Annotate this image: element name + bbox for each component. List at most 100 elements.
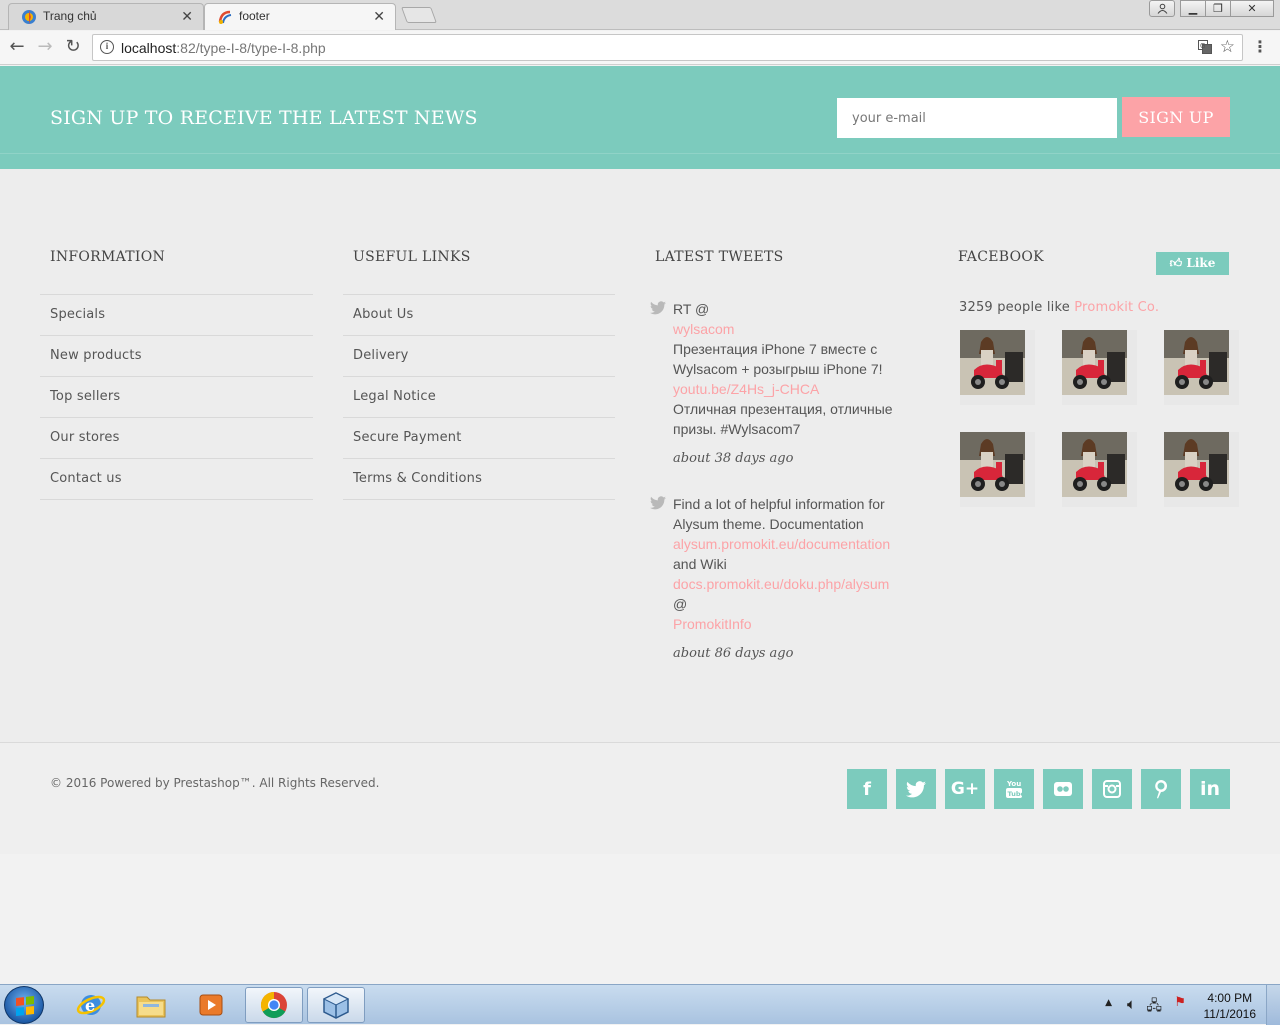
newsletter-email-input[interactable] [837, 98, 1117, 138]
minimize-button[interactable]: ▁ [1180, 0, 1206, 17]
svg-text:G: G [1200, 42, 1205, 50]
tweet-text: @ [673, 596, 688, 612]
browser-menu-icon[interactable]: ⋮ [1252, 37, 1268, 56]
facebook-brand-link[interactable]: Promokit Co. [1074, 300, 1159, 315]
latest-tweets-title: LATEST TWEETS [655, 249, 784, 265]
tab-label: Trang chủ [43, 9, 97, 23]
facebook-fan-photo[interactable] [960, 330, 1035, 405]
twitter-bird-icon [650, 301, 666, 315]
virtualbox-taskbar-icon[interactable] [307, 987, 365, 1023]
site-info-icon[interactable]: i [100, 40, 114, 54]
like-label: Like [1186, 256, 1216, 270]
page-content: SIGN UP TO RECEIVE THE LATEST NEWS SIGN … [0, 66, 1280, 984]
tweet-text: Презентация iPhone 7 вместе с Wylsacom +… [673, 341, 883, 377]
facebook-fan-photo[interactable] [1062, 432, 1137, 507]
linkedin-icon[interactable]: in [1190, 769, 1230, 809]
profile-icon[interactable] [1149, 0, 1175, 17]
tweet-body: Find a lot of helpful information for Al… [673, 494, 903, 664]
facebook-fan-photo[interactable] [960, 432, 1035, 507]
bookmark-star-icon[interactable]: ☆ [1220, 37, 1235, 57]
site-favicon-icon [22, 10, 36, 24]
volume-icon[interactable]: 🔈︎ [1127, 995, 1136, 1013]
footer-link-new-products[interactable]: New products [40, 336, 313, 377]
facebook-icon[interactable]: f [847, 769, 887, 809]
footer-link-about-us[interactable]: About Us [343, 295, 615, 336]
tweet-link[interactable]: youtu.be/Z4Hs_j-CHCA [673, 379, 903, 399]
action-center-icon[interactable]: ⚑ [1174, 995, 1186, 1010]
footer-link-specials[interactable]: Specials [40, 295, 313, 336]
tweet-link[interactable]: docs.promokit.eu/doku.php/alysum [673, 574, 903, 594]
show-hidden-icons-icon[interactable]: ▲ [1105, 998, 1112, 1008]
clock-time: 4:00 PM [1207, 991, 1253, 1005]
footer-link-our-stores[interactable]: Our stores [40, 418, 313, 459]
close-tab-icon[interactable]: ✕ [373, 8, 385, 25]
newsletter-title: SIGN UP TO RECEIVE THE LATEST NEWS [50, 107, 478, 129]
footer-link-legal-notice[interactable]: Legal Notice [343, 377, 615, 418]
facebook-fan-photo[interactable] [1164, 432, 1239, 507]
tab-footer[interactable]: footer ✕ [204, 3, 396, 30]
information-links: Specials New products Top sellers Our st… [40, 294, 313, 500]
useful-links-list: About Us Delivery Legal Notice Secure Pa… [343, 294, 615, 500]
url-text: localhost:82/type-I-8/type-I-8.php [121, 40, 326, 56]
url-host: localhost [121, 40, 177, 56]
footer-link-top-sellers[interactable]: Top sellers [40, 377, 313, 418]
information-title: INFORMATION [50, 249, 166, 265]
facebook-fan-photo[interactable] [1164, 330, 1239, 405]
window-controls: ▁ ❐ ✕ [1149, 0, 1274, 18]
tweet-timestamp: about 38 days ago [673, 451, 794, 466]
tweet-link[interactable]: PromokitInfo [673, 614, 903, 634]
clock[interactable]: 4:00 PM 11/1/2016 [1204, 990, 1257, 1022]
footer-link-delivery[interactable]: Delivery [343, 336, 615, 377]
clock-date: 11/1/2016 [1203, 1007, 1257, 1021]
media-player-icon[interactable] [182, 987, 240, 1023]
facebook-like-button[interactable]: 👍︎ Like [1156, 252, 1229, 275]
tweet-link[interactable]: wylsacom [673, 319, 903, 339]
tab-trang-chu[interactable]: Trang chủ ✕ [8, 3, 204, 30]
reload-icon[interactable]: ↻ [62, 36, 84, 58]
footer-link-secure-payment[interactable]: Secure Payment [343, 418, 615, 459]
svg-text:You: You [1006, 780, 1021, 788]
copyright-text: © 2016 Powered by Prestashop™. All Right… [50, 776, 380, 790]
translate-icon[interactable]: G [1198, 40, 1212, 57]
browser-toolbar: ← → ↻ i localhost:82/type-I-8/type-I-8.p… [0, 31, 1280, 65]
file-explorer-icon[interactable] [122, 987, 180, 1023]
footer-link-terms-conditions[interactable]: Terms & Conditions [343, 459, 615, 500]
useful-links-title: USEFUL LINKS [353, 249, 471, 265]
prestashop-favicon-icon [218, 10, 232, 24]
sign-up-button[interactable]: SIGN UP [1122, 97, 1230, 137]
address-bar[interactable]: i localhost:82/type-I-8/type-I-8.php G ☆ [92, 34, 1243, 61]
tab-label: footer [239, 9, 270, 23]
facebook-like-count: 3259 people like Promokit Co. [959, 300, 1159, 315]
youtube-icon[interactable]: You Tube [994, 769, 1034, 809]
show-desktop-button[interactable] [1266, 985, 1280, 1025]
windows-logo-icon [16, 996, 34, 1016]
back-arrow-icon[interactable]: ← [6, 36, 28, 58]
fan-avatar-image [1062, 432, 1127, 497]
google-plus-icon[interactable]: G+ [945, 769, 985, 809]
footer-link-contact-us[interactable]: Contact us [40, 459, 313, 500]
twitter-icon[interactable] [896, 769, 936, 809]
start-button[interactable] [4, 986, 44, 1024]
network-icon[interactable]: 🖧︎ [1146, 995, 1162, 1019]
facebook-fan-photo[interactable] [1062, 330, 1137, 405]
new-tab-button[interactable] [401, 7, 437, 23]
url-path: :82/type-I-8/type-I-8.php [176, 40, 326, 56]
facebook-title: FACEBOOK [958, 249, 1044, 265]
instagram-icon[interactable] [1092, 769, 1132, 809]
tweet-timestamp: about 86 days ago [673, 646, 794, 661]
thumbs-up-icon: 👍︎ [1169, 256, 1183, 270]
tweet-text: and Wiki [673, 556, 727, 572]
close-window-button[interactable]: ✕ [1230, 0, 1274, 17]
windows-taskbar: e ▲ 🔈︎ 🖧︎ ⚑ 4:00 PM 11/1/2016 [0, 984, 1280, 1025]
flickr-icon[interactable] [1043, 769, 1083, 809]
chrome-taskbar-icon[interactable] [245, 987, 303, 1023]
tweet-link[interactable]: alysum.promokit.eu/documentation [673, 534, 903, 554]
fan-avatar-image [1164, 432, 1229, 497]
close-tab-icon[interactable]: ✕ [181, 8, 193, 25]
fan-avatar-image [960, 330, 1025, 395]
forward-arrow-icon[interactable]: → [34, 36, 56, 58]
pinterest-icon[interactable] [1141, 769, 1181, 809]
internet-explorer-icon[interactable]: e [62, 987, 120, 1023]
footer-main: INFORMATION Specials New products Top se… [0, 169, 1280, 742]
restore-button[interactable]: ❐ [1205, 0, 1231, 17]
